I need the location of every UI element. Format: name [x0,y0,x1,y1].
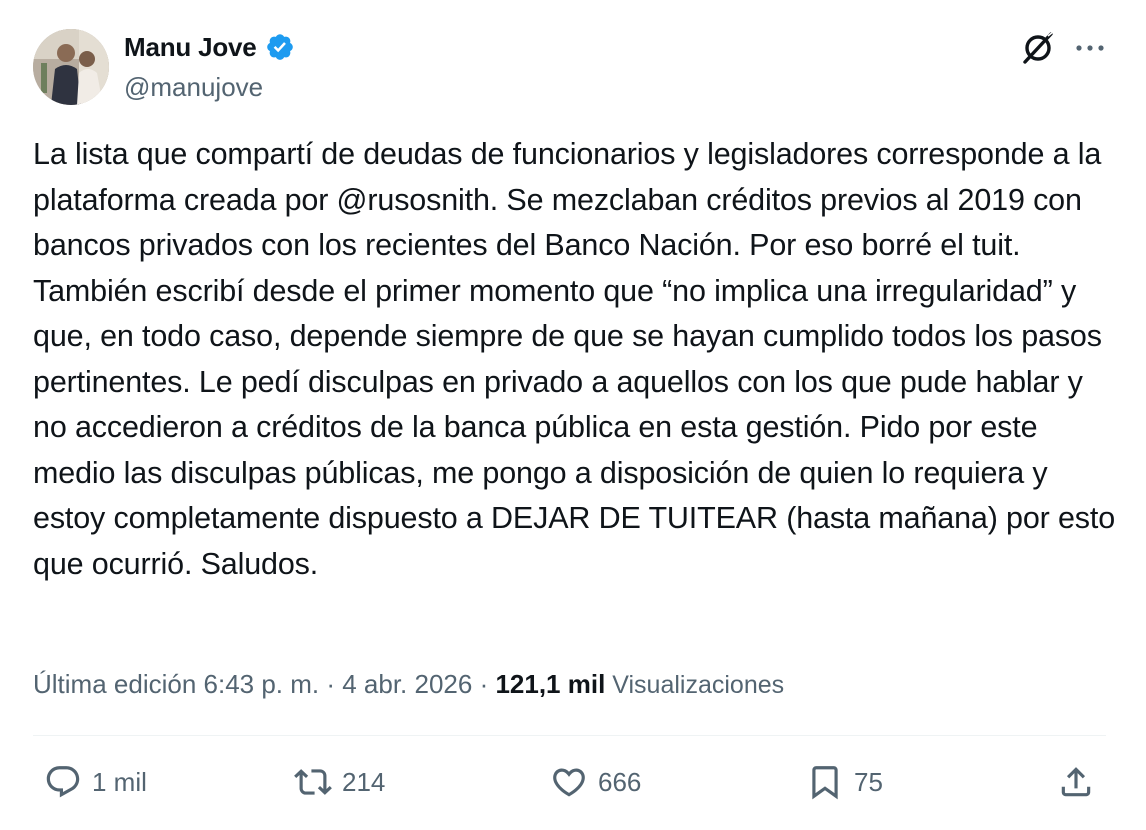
tweet-text-body: La lista que compartí de deudas de funci… [33,137,1116,581]
views-label: Visualizaciones [605,671,785,699]
reply-button[interactable]: 1 mil [44,760,147,804]
bookmark-button[interactable]: 75 [806,760,883,804]
bookmark-count: 75 [854,766,883,797]
divider [33,735,1106,736]
tweet-card: Manu Jove @manujove La lista que compart… [0,0,1146,830]
retweet-icon [294,769,332,795]
verified-badge-icon [265,32,295,62]
author-name-row: Manu Jove [124,30,295,64]
bookmark-icon [812,766,838,800]
author-handle[interactable]: @manujove [124,70,263,104]
avatar[interactable] [33,29,109,105]
tweet-text: La lista que compartí de deudas de funci… [33,132,1123,587]
more-options-icon[interactable] [1072,34,1108,62]
retweet-button[interactable]: 214 [294,760,385,804]
grok-icon[interactable] [1018,28,1058,68]
share-button[interactable] [1057,760,1095,804]
like-count: 666 [598,766,642,797]
avatar-photo [33,29,109,105]
retweet-count: 214 [342,766,386,797]
like-button[interactable]: 666 [550,760,641,804]
reply-icon [46,766,80,798]
heart-icon [553,768,585,797]
reply-count: 1 mil [92,766,147,797]
views-count: 121,1 mil [495,669,606,699]
share-icon [1061,767,1091,797]
tweet-timestamp[interactable]: Última edición 6:43 p. m. · 4 abr. 2026 … [33,669,495,699]
author-display-name[interactable]: Manu Jove [124,30,257,64]
tweet-meta: Última edición 6:43 p. m. · 4 abr. 2026 … [33,664,784,705]
